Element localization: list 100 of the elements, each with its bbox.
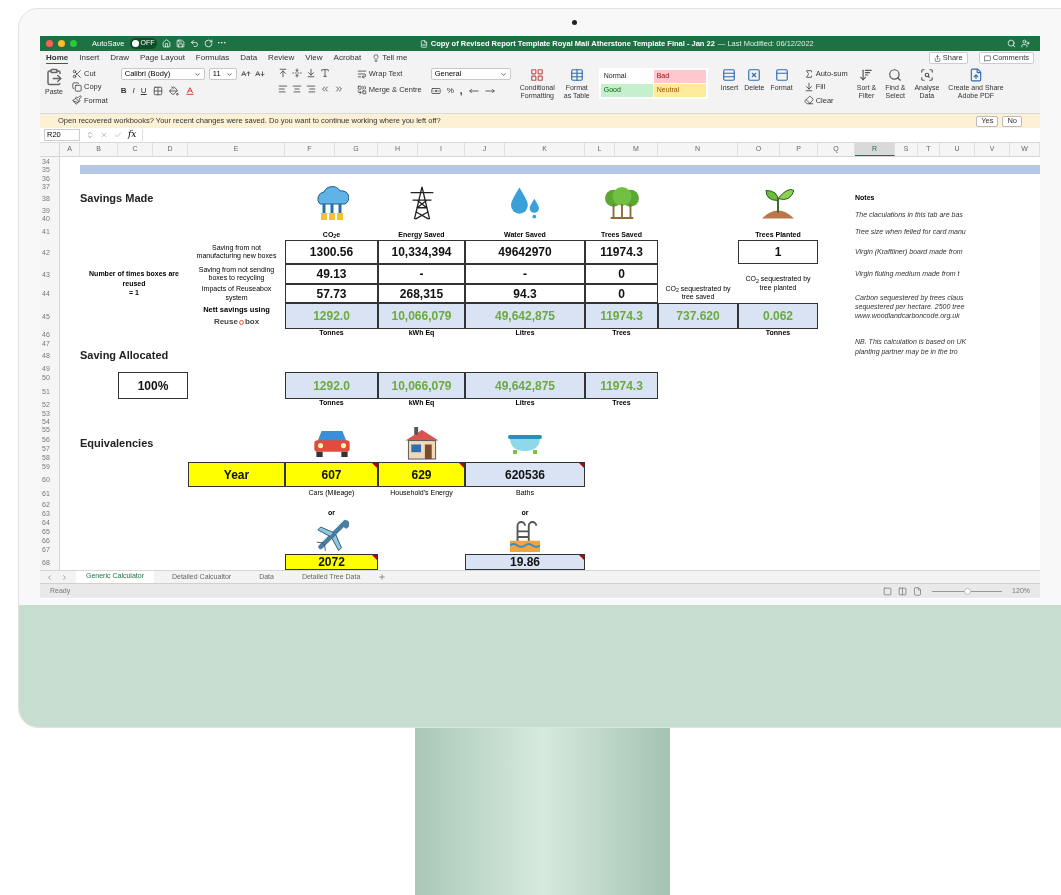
value-cell: 1300.56 bbox=[285, 240, 378, 264]
menu-tab[interactable]: Review bbox=[268, 53, 295, 63]
chevron-down-icon bbox=[193, 70, 201, 78]
decrease-decimal-icon[interactable] bbox=[484, 86, 495, 96]
value-cell: 11974.3 bbox=[585, 240, 658, 264]
menu-tab[interactable]: Data bbox=[240, 53, 258, 63]
equivalent-cell: 620536 bbox=[465, 462, 585, 487]
sigma-icon bbox=[803, 68, 814, 79]
value-cell: 49.13 bbox=[285, 264, 378, 284]
next-sheet-icon[interactable] bbox=[61, 573, 68, 581]
total-cell: 10,066,079 bbox=[378, 303, 465, 329]
analyse-icon bbox=[919, 68, 934, 82]
eraser-icon bbox=[803, 95, 814, 106]
menu-tab[interactable]: Page Layout bbox=[139, 53, 185, 63]
person-icon[interactable] bbox=[1021, 39, 1030, 48]
comma-button[interactable]: , bbox=[459, 86, 463, 96]
total-cell: 737.620 bbox=[658, 303, 738, 329]
pool-ladder-icon bbox=[510, 519, 540, 553]
value-cell: 94.3 bbox=[465, 284, 585, 303]
function-button[interactable]: fx bbox=[128, 128, 137, 142]
clipboard-icon bbox=[45, 68, 63, 86]
borders-icon[interactable] bbox=[152, 86, 163, 96]
total-cell: 1292.0 bbox=[285, 372, 378, 399]
align-top-icon[interactable] bbox=[277, 68, 288, 78]
menu-tab[interactable]: Formulas bbox=[195, 53, 230, 63]
value-cell: 1 bbox=[738, 240, 818, 264]
italic-button[interactable]: I bbox=[132, 85, 135, 97]
stepper-icon[interactable] bbox=[86, 131, 94, 139]
page-break-icon[interactable] bbox=[913, 586, 923, 596]
increase-decimal-icon[interactable] bbox=[468, 86, 479, 96]
underline-button[interactable]: U bbox=[140, 85, 147, 97]
align-right-icon[interactable] bbox=[305, 84, 316, 94]
share-icon bbox=[933, 54, 941, 62]
year-cell: Year bbox=[188, 462, 285, 487]
sort-icon bbox=[859, 68, 874, 82]
fill-color-icon[interactable] bbox=[168, 86, 179, 96]
value-cell: 0 bbox=[585, 264, 658, 284]
menu-tab[interactable]: Draw bbox=[110, 53, 129, 63]
value-cell: - bbox=[378, 264, 465, 284]
wrap-text-icon bbox=[356, 68, 367, 79]
menu-tab[interactable]: View bbox=[305, 53, 323, 63]
value-cell: 268,315 bbox=[378, 284, 465, 303]
align-left-icon[interactable] bbox=[277, 84, 288, 94]
redo-icon[interactable] bbox=[203, 39, 213, 48]
equivalent-cell: 2072 bbox=[285, 554, 378, 570]
search-icon bbox=[888, 68, 903, 82]
zoom-thumb[interactable] bbox=[964, 587, 972, 595]
table-icon bbox=[569, 68, 584, 82]
section-title: Savings Made bbox=[80, 191, 155, 207]
orientation-icon[interactable] bbox=[319, 68, 330, 78]
increase-indent-icon[interactable] bbox=[333, 84, 344, 94]
bold-button[interactable]: B bbox=[120, 85, 127, 97]
cloud-factory-icon bbox=[314, 185, 349, 220]
tell-me-button[interactable]: Tell me bbox=[372, 52, 408, 64]
value-cell: - bbox=[465, 264, 585, 284]
percent-button[interactable]: % bbox=[446, 85, 454, 97]
align-middle-icon[interactable] bbox=[291, 68, 302, 78]
scissors-icon bbox=[72, 68, 82, 79]
home-icon[interactable] bbox=[161, 39, 171, 48]
car-icon bbox=[313, 430, 350, 457]
decrease-indent-icon[interactable] bbox=[319, 84, 330, 94]
panel-icon bbox=[774, 68, 789, 82]
total-cell: 49,642,875 bbox=[465, 372, 585, 399]
align-center-icon[interactable] bbox=[291, 84, 302, 94]
airplane-icon bbox=[314, 519, 349, 553]
decrease-font-icon[interactable] bbox=[254, 69, 265, 79]
equivalent-cell: 629 bbox=[378, 462, 465, 487]
bathtub-icon bbox=[507, 432, 543, 455]
lightbulb-icon bbox=[372, 54, 381, 62]
house-icon bbox=[404, 427, 439, 460]
sprout-icon bbox=[762, 186, 794, 219]
menu-tab[interactable]: Acrobat bbox=[333, 53, 362, 63]
search-icon[interactable] bbox=[1007, 39, 1016, 48]
align-bottom-icon[interactable] bbox=[305, 68, 316, 78]
save-icon[interactable] bbox=[175, 39, 185, 48]
equivalent-cell: 607 bbox=[285, 462, 378, 487]
chevron-down-icon bbox=[499, 70, 507, 78]
font-color-icon[interactable] bbox=[184, 86, 195, 96]
reuseabox-logo: Reuse box bbox=[213, 316, 260, 329]
paintbrush-icon bbox=[72, 95, 82, 106]
add-sheet-icon[interactable] bbox=[378, 573, 387, 581]
currency-icon[interactable] bbox=[430, 86, 441, 96]
equivalent-cell: 19.86 bbox=[465, 554, 585, 570]
menu-tab[interactable]: Insert bbox=[79, 53, 100, 63]
cancel-icon[interactable] bbox=[100, 131, 108, 139]
normal-view-icon[interactable] bbox=[883, 586, 893, 596]
rows-icon bbox=[722, 68, 737, 82]
previous-sheet-icon[interactable] bbox=[46, 573, 53, 581]
undo-icon[interactable] bbox=[189, 39, 199, 48]
total-cell: 10,066,079 bbox=[378, 372, 465, 399]
menu-tab[interactable]: Home bbox=[46, 52, 69, 64]
increase-font-icon[interactable] bbox=[240, 69, 251, 79]
total-cell: 11974.3 bbox=[585, 372, 658, 399]
more-button[interactable]: ··· bbox=[217, 39, 227, 48]
chevron-down-icon bbox=[225, 70, 233, 78]
page-layout-icon[interactable] bbox=[898, 586, 908, 596]
document-icon bbox=[419, 39, 428, 48]
trees-icon bbox=[604, 186, 639, 219]
value-cell: 10,334,394 bbox=[378, 240, 465, 264]
copy-icon bbox=[72, 81, 82, 92]
